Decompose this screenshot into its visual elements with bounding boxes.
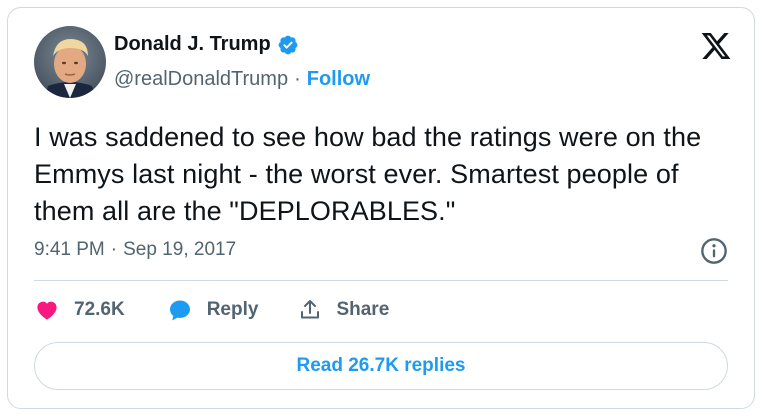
tweet-time: 9:41 PM xyxy=(34,239,105,260)
author-name-row: Donald J. Trump xyxy=(114,33,299,56)
reply-bubble-icon xyxy=(169,300,190,321)
tweet-date: Sep 19, 2017 xyxy=(123,239,237,260)
reply-button[interactable]: Reply xyxy=(167,298,259,322)
author-name[interactable]: Donald J. Trump xyxy=(114,33,271,56)
x-logo-icon[interactable] xyxy=(700,30,732,62)
tweet-card: Donald J. Trump @realDonaldTrump · Follo… xyxy=(7,7,755,409)
reply-label: Reply xyxy=(206,299,259,320)
read-replies-button[interactable]: Read 26.7K replies xyxy=(34,342,728,390)
timestamp-separator: · xyxy=(110,239,118,260)
share-upload-icon xyxy=(301,300,320,319)
tweet-timestamp[interactable]: 9:41 PM · Sep 19, 2017 xyxy=(34,239,236,261)
like-button[interactable]: 72.6K xyxy=(34,298,125,322)
heart-icon xyxy=(37,301,57,320)
tweet-text: I was saddened to see how bad the rating… xyxy=(34,122,702,226)
share-button[interactable]: Share xyxy=(298,298,389,322)
separator-dot: · xyxy=(294,68,301,90)
tweet-actions: 72.6K Reply Share xyxy=(34,298,389,322)
info-icon[interactable] xyxy=(700,237,728,265)
like-count: 72.6K xyxy=(74,299,125,320)
verified-badge-icon xyxy=(278,35,298,54)
share-label: Share xyxy=(336,299,390,320)
avatar[interactable] xyxy=(34,26,106,98)
author-handle-row: @realDonaldTrump · Follow xyxy=(114,68,370,91)
divider xyxy=(34,280,728,281)
avatar-image xyxy=(34,26,106,98)
follow-button[interactable]: Follow xyxy=(307,68,370,91)
author-handle[interactable]: @realDonaldTrump xyxy=(114,68,288,91)
